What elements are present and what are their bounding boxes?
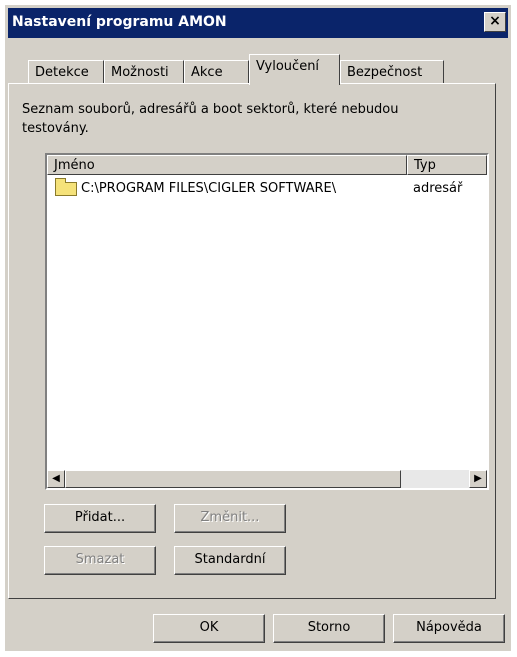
exclusion-list[interactable]: Jméno Typ C:\PROGRAM FILES\CIGLER SOFTWA… — [45, 153, 489, 490]
close-icon: × — [489, 13, 501, 29]
title-bar[interactable]: Nastavení programu AMON × — [8, 8, 508, 38]
tab-akce[interactable]: Akce — [184, 60, 249, 84]
add-button[interactable]: Přidat... — [44, 504, 156, 533]
close-button[interactable]: × — [484, 12, 506, 32]
help-button[interactable]: Nápověda — [393, 614, 505, 643]
tab-strip: Detekce Možnosti Akce Vyloučení Bezpečno… — [8, 54, 448, 85]
delete-button[interactable]: Smazat — [44, 546, 156, 575]
item-name: C:\PROGRAM FILES\CIGLER SOFTWARE\ — [81, 181, 337, 196]
scroll-thumb[interactable] — [65, 470, 401, 488]
scroll-left-icon[interactable]: ◀ — [47, 470, 65, 488]
tab-detekce[interactable]: Detekce — [28, 60, 104, 84]
column-header-name[interactable]: Jméno — [47, 155, 407, 175]
column-header-type[interactable]: Typ — [407, 155, 487, 175]
ok-button[interactable]: OK — [153, 614, 265, 643]
item-type: adresář — [413, 181, 463, 196]
horizontal-scrollbar[interactable]: ◀ ▶ — [47, 470, 487, 488]
window-title: Nastavení programu AMON — [12, 14, 227, 30]
tab-vylouceni[interactable]: Vyloučení — [249, 54, 340, 85]
tab-bezpecnost[interactable]: Bezpečnost — [340, 60, 444, 84]
description-text: Seznam souborů, adresářů a boot sektorů,… — [22, 102, 399, 136]
tab-moznosti[interactable]: Možnosti — [104, 60, 184, 84]
folder-icon — [55, 178, 77, 196]
standard-button[interactable]: Standardní — [174, 546, 286, 575]
list-item[interactable]: C:\PROGRAM FILES\CIGLER SOFTWARE\ adresá… — [51, 178, 487, 199]
edit-button[interactable]: Změnit... — [174, 504, 286, 533]
scroll-right-icon[interactable]: ▶ — [469, 470, 487, 488]
cancel-button[interactable]: Storno — [273, 614, 385, 643]
